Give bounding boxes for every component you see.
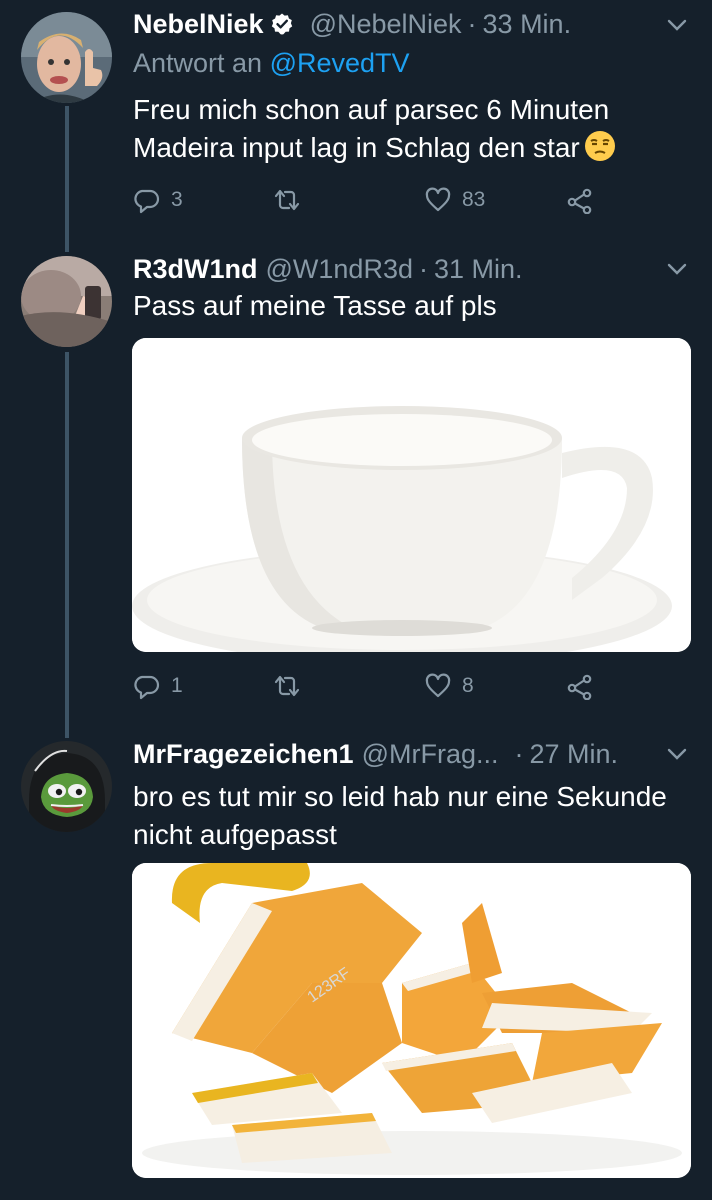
handle[interactable]: @MrFrag...: [362, 739, 499, 770]
reply-prefix: Antwort an: [133, 48, 263, 78]
reply-count: 1: [171, 674, 183, 697]
display-name[interactable]: R3dW1nd: [133, 254, 258, 285]
like-count: 83: [462, 188, 486, 211]
reply-mention-link[interactable]: @RevedTV: [270, 48, 410, 78]
separator-dot: ·: [467, 8, 477, 39]
tweet-text: bro es tut mir so leid hab nur eine Seku…: [133, 781, 667, 850]
share-button[interactable]: [566, 186, 594, 214]
thread-line: [65, 352, 69, 738]
separator-dot: ·: [418, 253, 428, 284]
retweet-button[interactable]: [273, 186, 311, 214]
handle[interactable]: @NebelNiek: [310, 9, 462, 40]
tweet-body: Freu mich schon auf parsec 6 Minuten Mad…: [133, 94, 610, 163]
tweet-header: R3dW1nd @W1ndR3d · 31 Min.: [133, 249, 692, 289]
tweet-header: NebelNiek @NebelNiek · 33 Min.: [133, 4, 692, 44]
thread-line: [65, 106, 69, 252]
retweet-icon: [274, 675, 300, 697]
share-icon: [567, 674, 592, 700]
white-cup-photo[interactable]: [132, 338, 691, 652]
reply-context: Antwort an @RevedTV: [133, 48, 410, 79]
chevron-down-icon[interactable]: [666, 743, 688, 765]
avatar[interactable]: [21, 741, 112, 832]
reply-button[interactable]: 3: [133, 186, 183, 214]
chevron-down-icon[interactable]: [666, 14, 688, 36]
separator-dot: ·: [514, 738, 524, 769]
tweet-actions: 3 83: [133, 186, 603, 218]
verified-badge-icon: [270, 12, 294, 36]
heart-icon: [425, 673, 451, 698]
timestamp[interactable]: 27 Min.: [530, 739, 619, 770]
share-button[interactable]: [566, 672, 594, 700]
tweet-actions: 1 8: [133, 672, 603, 704]
avatar[interactable]: [21, 12, 112, 103]
timestamp[interactable]: 31 Min.: [434, 254, 523, 285]
reply-icon: [134, 675, 160, 700]
timestamp[interactable]: 33 Min.: [483, 9, 572, 40]
display-name[interactable]: NebelNiek: [133, 9, 264, 40]
like-count: 8: [462, 674, 474, 697]
retweet-button[interactable]: [273, 672, 311, 700]
heart-icon: [425, 187, 451, 212]
like-button[interactable]: 83: [424, 186, 485, 214]
tweet-header: MrFragezeichen1 @MrFrag... · 27 Min.: [133, 734, 692, 774]
reply-button[interactable]: 1: [133, 672, 183, 700]
handle[interactable]: @W1ndR3d: [266, 254, 413, 285]
unamused-face-icon: [584, 130, 616, 162]
chevron-down-icon[interactable]: [666, 258, 688, 280]
tweet-text: Freu mich schon auf parsec 6 Minuten Mad…: [133, 91, 682, 167]
broken-cup-photo[interactable]: 123RF: [132, 863, 691, 1178]
display-name[interactable]: MrFragezeichen1: [133, 739, 354, 770]
retweet-icon: [274, 189, 300, 211]
like-button[interactable]: 8: [424, 672, 474, 700]
tweet-text: Pass auf meine Tasse auf pls: [133, 290, 497, 321]
avatar[interactable]: [21, 256, 112, 347]
share-icon: [567, 188, 592, 214]
reply-count: 3: [171, 188, 183, 211]
reply-icon: [134, 189, 160, 214]
